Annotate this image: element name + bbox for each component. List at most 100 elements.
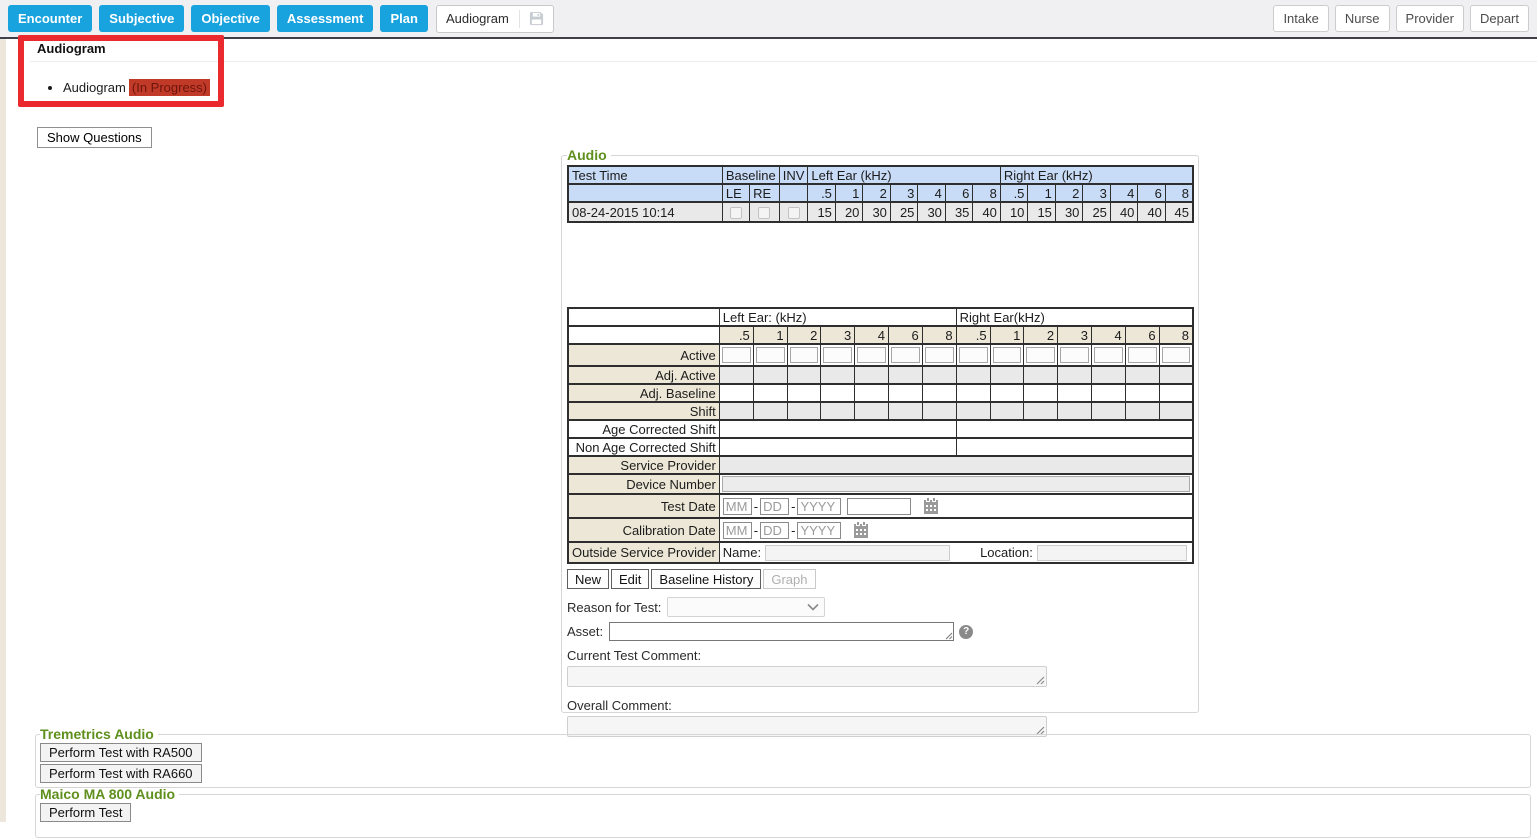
baseline-le-checkbox[interactable] <box>730 207 742 219</box>
col-header-le: LE <box>722 184 749 202</box>
device-number-input[interactable] <box>722 476 1190 492</box>
col-header-right-ear: Right Ear (kHz) <box>1000 166 1193 184</box>
audio-results-table: Test Time Baseline INV Left Ear (kHz) Ri… <box>567 165 1194 223</box>
overall-comment-label: Overall Comment: <box>567 698 1194 713</box>
encounter-button[interactable]: Encounter <box>8 5 92 32</box>
row-label-adj-baseline: Adj. Baseline <box>568 384 719 402</box>
freq-header: 2 <box>1055 184 1083 202</box>
subjective-button[interactable]: Subjective <box>99 5 184 32</box>
date-separator: - <box>791 499 795 514</box>
perform-test-button[interactable]: Perform Test <box>40 803 131 822</box>
freq-header: 3 <box>890 184 918 202</box>
value-cell: 35 <box>945 202 973 222</box>
value-cell: 40 <box>1138 202 1166 222</box>
baseline-history-button[interactable]: Baseline History <box>651 569 761 589</box>
current-test-comment-textarea[interactable] <box>567 666 1047 687</box>
active-value-input[interactable] <box>756 347 785 363</box>
assessment-button[interactable]: Assessment <box>277 5 374 32</box>
active-value-input[interactable] <box>1094 347 1123 363</box>
freq-header: .5 <box>719 326 753 344</box>
active-value-input[interactable] <box>1026 347 1055 363</box>
calendar-icon[interactable] <box>853 522 869 538</box>
value-cell: 45 <box>1165 202 1193 222</box>
nurse-button[interactable]: Nurse <box>1335 5 1390 32</box>
audio-section: Audio Test Time Baseline INV Left Ear (k… <box>561 147 1199 713</box>
test-date-dd-input[interactable] <box>760 498 789 515</box>
value-cell: 30 <box>918 202 946 222</box>
row-label-non-age-corrected-shift: Non Age Corrected Shift <box>568 438 719 456</box>
calibration-date-mm-input[interactable] <box>723 522 752 539</box>
section-divider <box>30 61 1537 62</box>
provider-button[interactable]: Provider <box>1396 5 1464 32</box>
test-date-mm-input[interactable] <box>723 498 752 515</box>
freq-header: 1 <box>1028 184 1056 202</box>
test-time-input[interactable] <box>847 498 911 515</box>
date-separator: - <box>754 523 758 538</box>
help-icon[interactable]: ? <box>959 625 973 639</box>
save-icon[interactable] <box>529 11 544 26</box>
asset-row: Asset: ? <box>567 622 1194 641</box>
grid-header-right-ear: Right Ear(kHz) <box>956 308 1193 326</box>
depart-button[interactable]: Depart <box>1470 5 1529 32</box>
active-value-input[interactable] <box>1162 347 1190 363</box>
audiogram-item-link[interactable]: Audiogram <box>63 80 126 95</box>
tremetrics-audio-section: Tremetrics Audio Perform Test with RA500… <box>35 726 1531 788</box>
active-value-input[interactable] <box>891 347 920 363</box>
empty-cell <box>568 308 719 326</box>
freq-header: 1 <box>753 326 787 344</box>
edit-button[interactable]: Edit <box>611 569 649 589</box>
freq-header: 6 <box>945 184 973 202</box>
new-button[interactable]: New <box>567 569 609 589</box>
empty-cell <box>568 326 719 344</box>
objective-button[interactable]: Objective <box>191 5 270 32</box>
page-left-strip <box>0 39 6 822</box>
asset-input[interactable] <box>609 622 954 641</box>
freq-header: 2 <box>1024 326 1058 344</box>
freq-header: 8 <box>922 326 956 344</box>
active-value-input[interactable] <box>959 347 988 363</box>
perform-test-ra660-button[interactable]: Perform Test with RA660 <box>40 764 202 783</box>
col-header-re: RE <box>750 184 780 202</box>
active-value-input[interactable] <box>857 347 886 363</box>
calendar-icon[interactable] <box>923 498 939 514</box>
row-label-calibration-date: Calibration Date <box>568 518 719 542</box>
outside-provider-location-input[interactable] <box>1037 545 1187 561</box>
row-label-adj-active: Adj. Active <box>568 366 719 384</box>
active-value-input[interactable] <box>993 347 1022 363</box>
freq-header: 8 <box>973 184 1001 202</box>
maico-audio-section: Maico MA 800 Audio Perform Test <box>35 786 1531 838</box>
intake-button[interactable]: Intake <box>1273 5 1328 32</box>
top-toolbar: Encounter Subjective Objective Assessmen… <box>0 0 1537 39</box>
calibration-date-dd-input[interactable] <box>760 522 789 539</box>
chevron-down-icon <box>807 603 819 611</box>
maico-legend: Maico MA 800 Audio <box>40 786 179 802</box>
freq-header: 4 <box>1110 184 1138 202</box>
outside-provider-name-input[interactable] <box>765 545 950 561</box>
perform-test-ra500-button[interactable]: Perform Test with RA500 <box>40 743 202 762</box>
current-test-comment-label: Current Test Comment: <box>567 648 1194 663</box>
reason-for-test-select[interactable] <box>667 597 825 617</box>
status-badge: (In Progress) <box>129 79 210 96</box>
active-value-input[interactable] <box>1128 347 1157 363</box>
resize-grip-icon <box>1036 676 1045 685</box>
row-label-device-number: Device Number <box>568 474 719 494</box>
baseline-re-checkbox[interactable] <box>758 207 770 219</box>
active-value-input[interactable] <box>790 347 819 363</box>
audiogram-tab[interactable]: Audiogram <box>436 5 554 33</box>
graph-button[interactable]: Graph <box>763 569 815 589</box>
active-value-input[interactable] <box>823 347 852 363</box>
freq-header: 4 <box>855 326 889 344</box>
value-cell: 20 <box>835 202 863 222</box>
show-questions-button[interactable]: Show Questions <box>37 127 152 148</box>
row-label-active: Active <box>568 344 719 366</box>
service-provider-value <box>719 456 1193 474</box>
active-value-input[interactable] <box>722 347 751 363</box>
active-value-input[interactable] <box>1060 347 1089 363</box>
plan-button[interactable]: Plan <box>380 5 427 32</box>
calibration-date-yyyy-input[interactable] <box>797 522 841 539</box>
col-header-left-ear: Left Ear (kHz) <box>808 166 1001 184</box>
active-value-input[interactable] <box>925 347 954 363</box>
test-date-yyyy-input[interactable] <box>797 498 841 515</box>
inv-checkbox[interactable] <box>788 207 800 219</box>
list-item: Audiogram(In Progress) <box>63 79 210 96</box>
